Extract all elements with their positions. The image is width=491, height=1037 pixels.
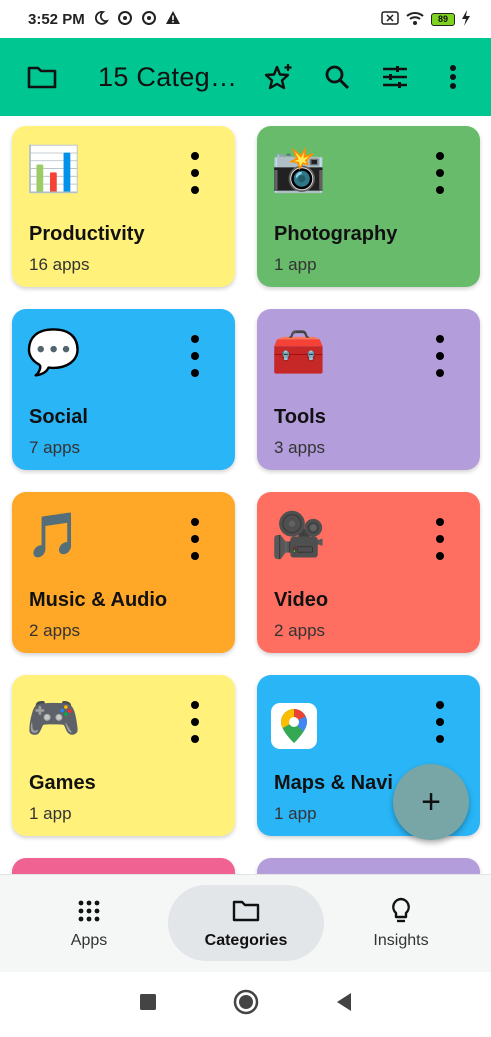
system-nav-bar <box>0 972 491 1037</box>
category-count: 2 apps <box>29 621 81 640</box>
app-bar: 15 Categ… <box>0 38 491 116</box>
category-card[interactable]: 🎵 Music & Audio 2 apps <box>12 492 235 653</box>
nav-label: Apps <box>70 931 108 949</box>
home-circle-icon[interactable] <box>233 989 259 1020</box>
category-count: 1 app <box>274 255 317 274</box>
category-count: 16 apps <box>29 255 90 274</box>
bar-chart-icon: 📊 <box>26 145 81 194</box>
charging-icon <box>461 9 471 29</box>
more-vert-icon[interactable] <box>433 57 473 97</box>
back-triangle-icon[interactable] <box>335 992 353 1017</box>
category-count: 1 app <box>274 804 317 823</box>
status-left: 3:52 PM <box>28 10 181 29</box>
card-menu-button[interactable] <box>185 701 205 743</box>
music-note-icon: 🎵 <box>26 511 81 560</box>
apps-grid-icon <box>78 898 100 924</box>
filter-icon[interactable] <box>375 57 415 97</box>
game-controller-icon: 🎮 <box>26 694 81 743</box>
category-card[interactable]: 📊 Productivity 16 apps <box>12 126 235 287</box>
category-name: Tools <box>274 406 326 428</box>
card-menu-button[interactable] <box>430 152 450 194</box>
category-name: Music & Audio <box>29 589 168 611</box>
wifi-icon <box>405 10 425 29</box>
battery-icon: 89 <box>431 12 455 26</box>
toolbox-icon: 🧰 <box>271 328 326 377</box>
data-saver-icon <box>141 10 157 29</box>
recents-square-icon[interactable] <box>139 993 157 1016</box>
nav-label: Categories <box>204 931 288 949</box>
category-count: 7 apps <box>29 438 81 457</box>
category-card[interactable]: 🎮 Games 1 app <box>12 675 235 836</box>
nav-item-insights[interactable]: Insights <box>323 875 479 972</box>
category-name: Productivity <box>29 223 145 245</box>
category-card[interactable]: 🎥 Video 2 apps <box>257 492 480 653</box>
google-maps-icon <box>271 703 317 749</box>
category-name: Maps & Navi <box>274 772 393 794</box>
category-card[interactable]: 📸 Photography 1 app <box>257 126 480 287</box>
search-icon[interactable] <box>317 57 357 97</box>
category-grid: 📊 Productivity 16 apps 📸 Photography 1 a… <box>0 116 491 874</box>
card-menu-button[interactable] <box>430 518 450 560</box>
data-saver-icon <box>117 10 133 29</box>
card-menu-button[interactable] <box>185 335 205 377</box>
moon-icon <box>93 10 109 29</box>
status-right: 89 <box>381 9 471 29</box>
movie-camera-icon: 🎥 <box>271 511 326 560</box>
category-name: Video <box>274 589 329 611</box>
card-menu-button[interactable] <box>430 701 450 743</box>
folder-icon <box>232 898 260 924</box>
category-name: Games <box>29 772 96 794</box>
status-bar: 3:52 PM 89 <box>0 0 491 38</box>
nav-item-apps[interactable]: Apps <box>11 875 167 972</box>
sim-off-icon <box>381 10 399 28</box>
card-menu-button[interactable] <box>185 152 205 194</box>
category-card[interactable]: 🧰 Tools 3 apps <box>257 309 480 470</box>
plus-icon: + <box>421 782 441 821</box>
lightbulb-icon <box>390 897 412 924</box>
warning-icon <box>165 10 181 29</box>
page-title: 15 Categ… <box>98 61 238 92</box>
category-count: 3 apps <box>274 438 326 457</box>
card-menu-button[interactable] <box>185 518 205 560</box>
card-menu-button[interactable] <box>430 335 450 377</box>
add-category-button[interactable]: + <box>393 764 469 840</box>
speech-bubble-icon: 💬 <box>26 328 81 377</box>
category-card-peek[interactable] <box>12 858 235 874</box>
category-card[interactable]: 💬 Social 7 apps <box>12 309 235 470</box>
category-name: Social <box>29 406 88 428</box>
folder-icon[interactable] <box>22 57 62 97</box>
status-time: 3:52 PM <box>28 10 85 28</box>
nav-item-categories[interactable]: Categories <box>168 875 324 972</box>
category-count: 1 app <box>29 804 72 823</box>
category-count: 2 apps <box>274 621 326 640</box>
camera-flash-icon: 📸 <box>271 145 326 194</box>
category-name: Photography <box>274 223 398 245</box>
star-add-icon[interactable] <box>259 57 299 97</box>
bottom-nav: Apps Categories Insights <box>0 874 491 972</box>
category-card-peek[interactable] <box>257 858 480 874</box>
nav-label: Insights <box>373 931 429 949</box>
